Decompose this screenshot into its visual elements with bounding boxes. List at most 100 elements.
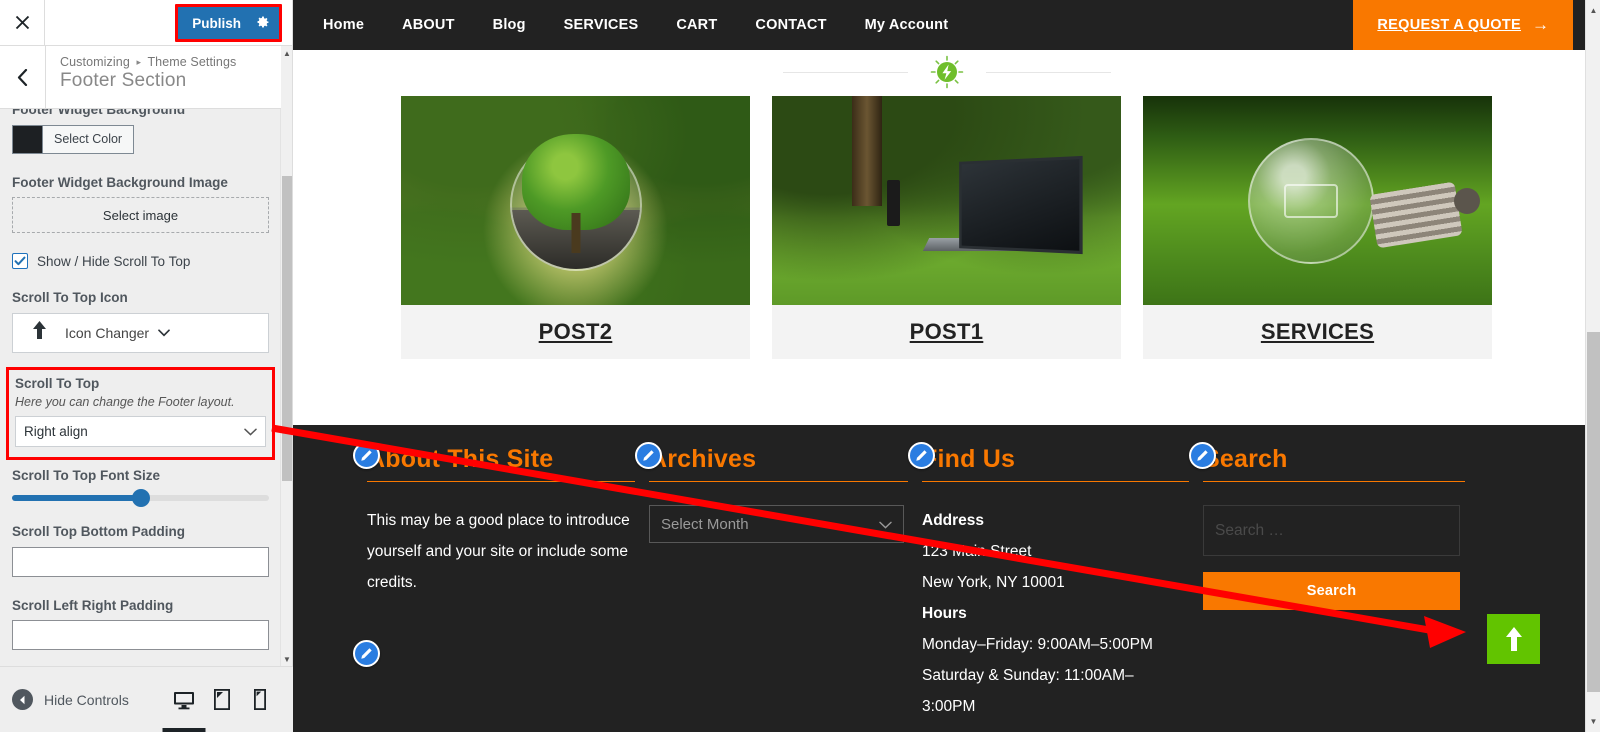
publish-button[interactable]: Publish [178, 7, 279, 39]
post-card-title[interactable]: POST2 [401, 305, 750, 359]
select-image-button[interactable]: Select image [12, 197, 269, 234]
font-size-slider[interactable] [12, 488, 269, 507]
publish-highlight: Publish [175, 4, 282, 42]
site-footer: About This Site This may be a good place… [293, 425, 1600, 732]
publish-button-label: Publish [192, 15, 241, 31]
edit-pencil-icon[interactable] [635, 442, 662, 469]
control-scroll-to-top-font-size: Scroll To Top Font Size [12, 467, 269, 507]
breadcrumb-parent[interactable]: Theme Settings [147, 55, 236, 69]
scroll-to-top-button[interactable] [1487, 614, 1540, 664]
address-heading: Address [922, 512, 985, 529]
customizer-panel: Publish Customizing ▸ Theme Settings Foo… [0, 0, 293, 732]
color-picker[interactable]: Select Color [12, 124, 269, 154]
gear-icon[interactable] [255, 15, 270, 32]
device-tablet-button[interactable] [203, 677, 241, 723]
post-thumbnail-tree-in-glass-globe [401, 96, 750, 305]
chevron-left-circle-icon [12, 689, 33, 710]
nav-item-services[interactable]: SERVICES [545, 17, 658, 33]
chevron-down-icon [879, 516, 892, 533]
edit-pencil-icon[interactable] [353, 442, 380, 469]
footer-widget-title: Find Us [922, 445, 1016, 473]
chevron-down-icon [158, 326, 170, 340]
control-scroll-to-top-highlighted: Scroll To Top Here you can change the Fo… [6, 366, 275, 461]
search-button[interactable]: Search [1203, 572, 1460, 610]
post-card[interactable]: SERVICES [1143, 96, 1492, 359]
footer-widget-search: Search Search [1189, 442, 1465, 722]
slider-thumb[interactable] [131, 488, 150, 507]
control-description: Here you can change the Footer layout. [15, 395, 235, 410]
close-icon[interactable] [0, 0, 45, 45]
nav-item-about[interactable]: ABOUT [383, 17, 474, 33]
post-card-grid: POST2 POST1 SERVICES [293, 96, 1600, 359]
footer-widget-heading: Search [1189, 442, 1465, 482]
nav-menu: Home ABOUT Blog SERVICES CART CONTACT My… [293, 17, 967, 33]
checkbox-checked-icon[interactable] [12, 253, 28, 270]
control-label: Scroll To Top Icon [12, 290, 128, 306]
scrollbar-thumb[interactable] [1587, 332, 1600, 692]
control-label: Show / Hide Scroll To Top [37, 253, 191, 269]
edit-pencil-icon[interactable] [908, 442, 935, 469]
hours-heading: Hours [922, 605, 967, 622]
site-navigation: Home ABOUT Blog SERVICES CART CONTACT My… [293, 0, 1600, 50]
footer-widget-find-us: Find Us Address 123 Main Street New York… [908, 442, 1189, 722]
request-a-quote-label: REQUEST A QUOTE [1377, 17, 1521, 33]
control-label: Scroll To Top [15, 375, 100, 391]
arrow-right-icon: → [1532, 15, 1549, 34]
search-input[interactable] [1203, 505, 1460, 556]
breadcrumb: Customizing ▸ Theme Settings [60, 55, 236, 69]
scroll-top-bottom-padding-input[interactable] [12, 546, 269, 577]
customizer-titles: Customizing ▸ Theme Settings Footer Sect… [46, 46, 236, 108]
customizer-footer-bar: Hide Controls [0, 666, 293, 732]
footer-widget-heading: Archives [635, 442, 908, 482]
post-card[interactable]: POST2 [401, 96, 750, 359]
preview-scrollbar[interactable]: ▲ ▼ [1585, 0, 1600, 732]
control-label: Scroll Top Bottom Padding [12, 523, 185, 539]
icon-changer-label: Icon Changer [65, 324, 150, 341]
footer-widget-heading: Find Us [908, 442, 1189, 482]
scroll-to-top-alignment-select[interactable]: Right align [15, 416, 266, 448]
request-a-quote-button[interactable]: REQUEST A QUOTE → [1353, 0, 1573, 50]
footer-widget-body: Address 123 Main Street New York, NY 100… [922, 505, 1189, 722]
edit-pencil-icon[interactable] [353, 640, 380, 667]
post-card-title[interactable]: SERVICES [1143, 305, 1492, 359]
customizer-scroll-area: Footer Widget Background Select Color Fo… [0, 46, 281, 666]
footer-widget-heading: About This Site [353, 442, 635, 482]
device-preview-buttons [165, 677, 293, 723]
breadcrumb-separator: ▸ [136, 57, 142, 67]
hours-line-2: Saturday & Sunday: 11:00AM– [922, 667, 1134, 684]
scroll-down-icon[interactable]: ▼ [1586, 713, 1600, 730]
post-thumbnail-light-bulb-on-grass [1143, 96, 1492, 305]
scroll-left-right-padding-input[interactable] [12, 620, 269, 651]
nav-item-cart[interactable]: CART [657, 17, 736, 33]
edit-pencil-icon[interactable] [1189, 442, 1216, 469]
scroll-up-icon[interactable]: ▲ [281, 46, 293, 60]
chevron-left-icon[interactable] [0, 46, 46, 108]
select-color-button[interactable]: Select Color [42, 124, 135, 154]
arrow-up-icon [13, 320, 65, 346]
nav-item-my-account[interactable]: My Account [846, 17, 968, 33]
hide-controls-button[interactable]: Hide Controls [0, 689, 129, 710]
device-mobile-button[interactable] [241, 677, 279, 723]
icon-changer-dropdown[interactable]: Icon Changer [12, 312, 269, 353]
post-card[interactable]: POST1 [772, 96, 1121, 359]
device-desktop-button[interactable] [165, 677, 203, 723]
nav-item-contact[interactable]: CONTACT [736, 17, 845, 33]
control-scroll-left-right-padding: Scroll Left Right Padding [12, 597, 269, 666]
nav-item-blog[interactable]: Blog [474, 17, 545, 33]
color-swatch[interactable] [12, 124, 42, 154]
scroll-down-icon[interactable]: ▼ [281, 652, 293, 666]
breadcrumb-root[interactable]: Customizing [60, 55, 130, 69]
nav-item-home[interactable]: Home [304, 17, 383, 33]
archives-month-select[interactable]: Select Month [649, 505, 904, 543]
scroll-up-icon[interactable]: ▲ [1586, 2, 1600, 19]
customizer-topbar: Publish [0, 0, 292, 46]
address-line-2: New York, NY 10001 [922, 574, 1065, 591]
control-label: Scroll To Top Font Size [12, 468, 160, 484]
post-card-title[interactable]: POST1 [772, 305, 1121, 359]
footer-widget-title: Search [1203, 445, 1288, 473]
control-footer-widget-background-image: Footer Widget Background Image Select im… [12, 174, 269, 234]
slider-track[interactable] [12, 488, 269, 507]
control-show-hide-scroll-to-top[interactable]: Show / Hide Scroll To Top [12, 253, 269, 270]
customizer-scrollbar[interactable]: ▲ ▼ [280, 46, 292, 666]
scrollbar-thumb[interactable] [282, 176, 292, 481]
